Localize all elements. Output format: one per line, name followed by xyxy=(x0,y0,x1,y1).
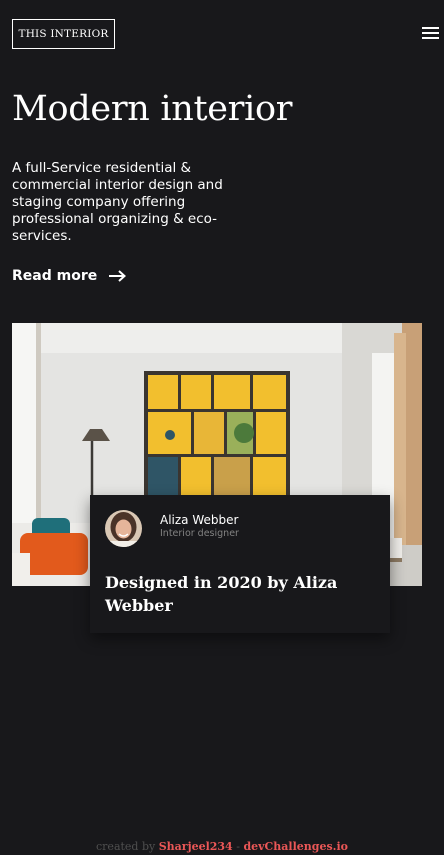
hero-title: Modern interior xyxy=(12,89,293,129)
hero-description: A full-Service residential & commercial … xyxy=(12,160,223,244)
card-title: Designed in 2020 by Aliza Webber xyxy=(105,573,338,615)
footer: created by Sharjeel234 - devChallenges.i… xyxy=(0,840,444,853)
footer-separator: - xyxy=(236,840,240,853)
logo[interactable]: THIS INTERIOR xyxy=(12,19,115,49)
read-more-label: Read more xyxy=(12,268,98,284)
author-name: Aliza Webber xyxy=(160,513,239,527)
menu-bar xyxy=(422,27,439,29)
avatar xyxy=(105,510,142,547)
footer-prefix: created by xyxy=(96,840,156,853)
author-role: Interior designer xyxy=(160,528,239,539)
menu-bar xyxy=(422,37,439,39)
footer-site-link[interactable]: devChallenges.io xyxy=(243,840,348,853)
designer-card[interactable]: Aliza Webber Interior designer Designed … xyxy=(90,495,390,633)
page: THIS INTERIOR Modern interior A full-Ser… xyxy=(0,0,444,855)
footer-author-link[interactable]: Sharjeel234 xyxy=(159,840,233,853)
arrow-right-icon xyxy=(109,270,127,282)
menu-bar xyxy=(422,32,439,34)
menu-hamburger-icon[interactable] xyxy=(422,24,440,42)
read-more-link[interactable]: Read more xyxy=(12,268,127,284)
